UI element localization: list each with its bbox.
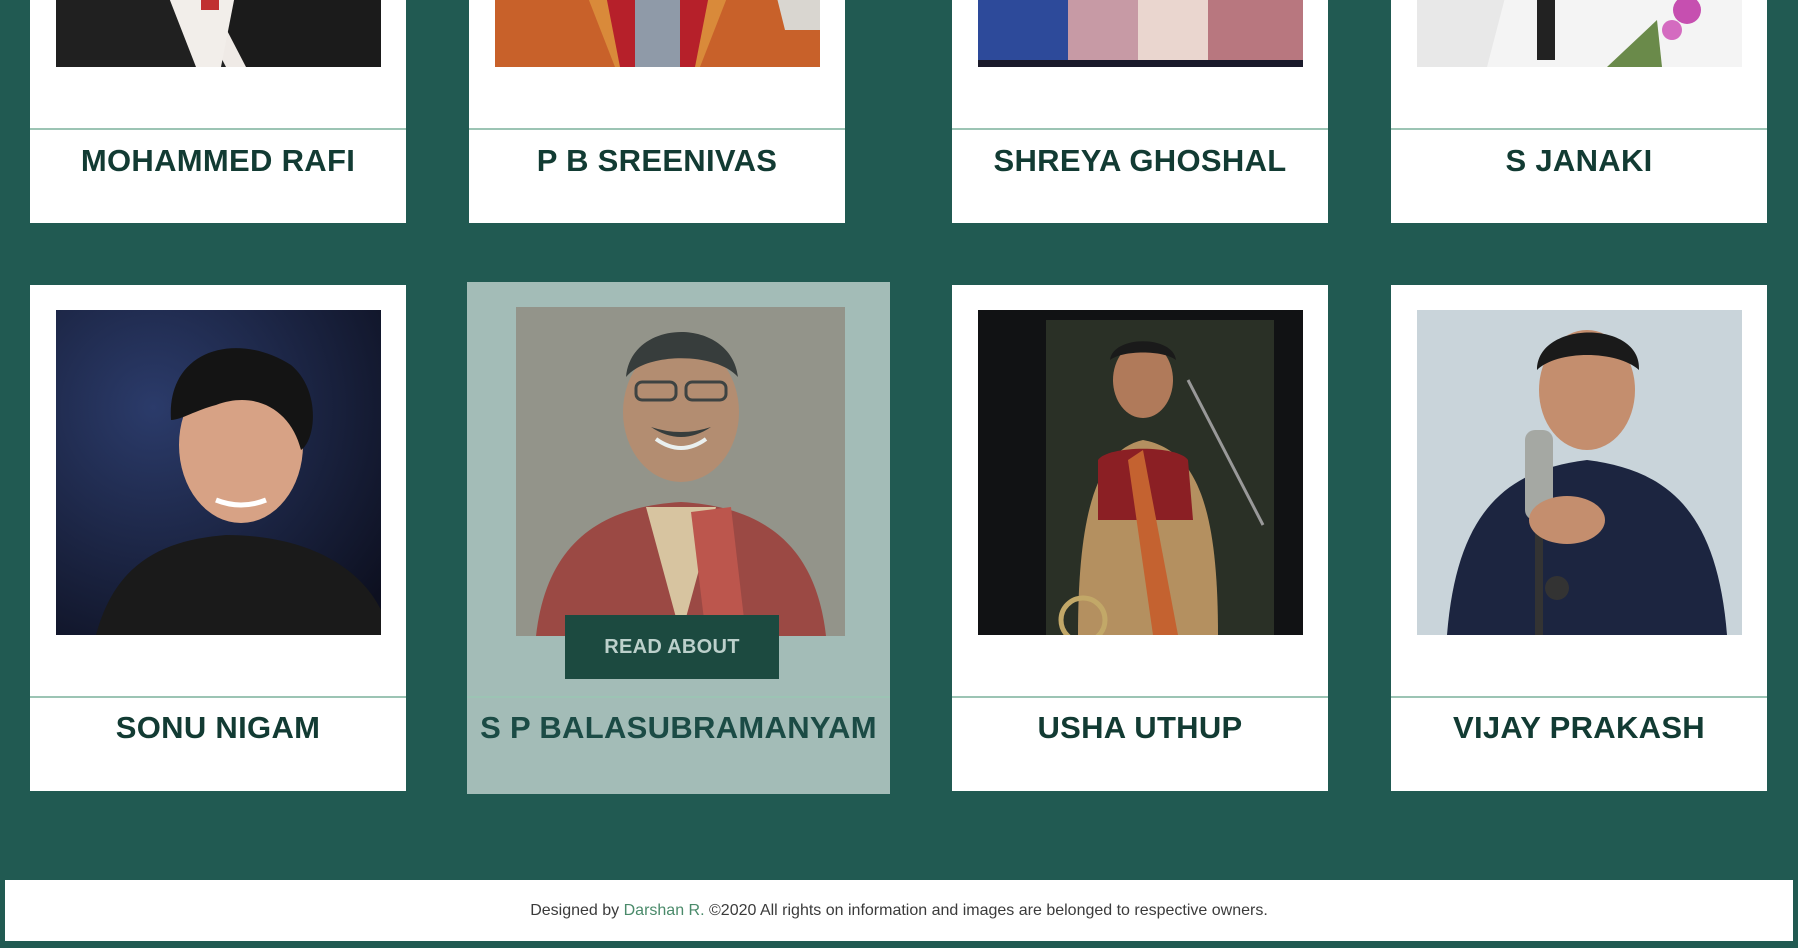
- singer-photo: [516, 307, 845, 636]
- singer-name: S P BALASUBRAMANYAM: [480, 710, 877, 745]
- singer-photo: [1417, 310, 1742, 635]
- singer-photo: [56, 0, 381, 67]
- footer-prefix: Designed by: [530, 902, 620, 919]
- singer-card-sonu-nigam[interactable]: SONU NIGAM: [30, 285, 406, 791]
- card-divider: [30, 128, 406, 130]
- singer-photo: [56, 310, 381, 635]
- singer-name: MOHAMMED RAFI: [80, 143, 356, 178]
- singer-card-shreya-ghoshal[interactable]: SHREYA GHOSHAL: [952, 0, 1328, 223]
- card-divider: [469, 128, 845, 130]
- card-divider: [30, 696, 406, 698]
- singer-card-vijay-prakash[interactable]: VIJAY PRAKASH: [1391, 285, 1767, 791]
- singer-card-mohammed-rafi[interactable]: MOHAMMED RAFI: [30, 0, 406, 223]
- card-divider: [952, 128, 1328, 130]
- singer-photo: [978, 0, 1303, 67]
- singer-name: VIJAY PRAKASH: [1453, 710, 1705, 745]
- singer-name: SHREYA GHOSHAL: [993, 143, 1287, 178]
- singer-card-sp-balasubramanyam[interactable]: READ ABOUT S P BALASUBRAMANYAM: [467, 282, 890, 794]
- card-divider: [1391, 696, 1767, 698]
- singer-card-s-janaki[interactable]: S JANAKI: [1391, 0, 1767, 223]
- singer-photo: [978, 310, 1303, 635]
- footer: Designed by Darshan R. ©2020 All rights …: [5, 880, 1793, 941]
- singer-name: P B SREENIVAS: [536, 143, 778, 178]
- card-divider: [467, 696, 890, 698]
- singer-photo: [1417, 0, 1742, 67]
- card-divider: [1391, 128, 1767, 130]
- singer-card-usha-uthup[interactable]: USHA UTHUP: [952, 285, 1328, 791]
- singer-name: USHA UTHUP: [1037, 710, 1243, 745]
- footer-copyright: ©2020 All rights on information and imag…: [709, 902, 1268, 919]
- singer-name: S JANAKI: [1505, 143, 1653, 178]
- card-divider: [952, 696, 1328, 698]
- author-link[interactable]: Darshan R.: [624, 902, 705, 919]
- singer-name: SONU NIGAM: [115, 710, 321, 745]
- singer-card-pb-sreenivas[interactable]: P B SREENIVAS: [469, 0, 845, 223]
- singer-photo: [495, 0, 820, 67]
- read-about-button[interactable]: READ ABOUT: [565, 615, 779, 679]
